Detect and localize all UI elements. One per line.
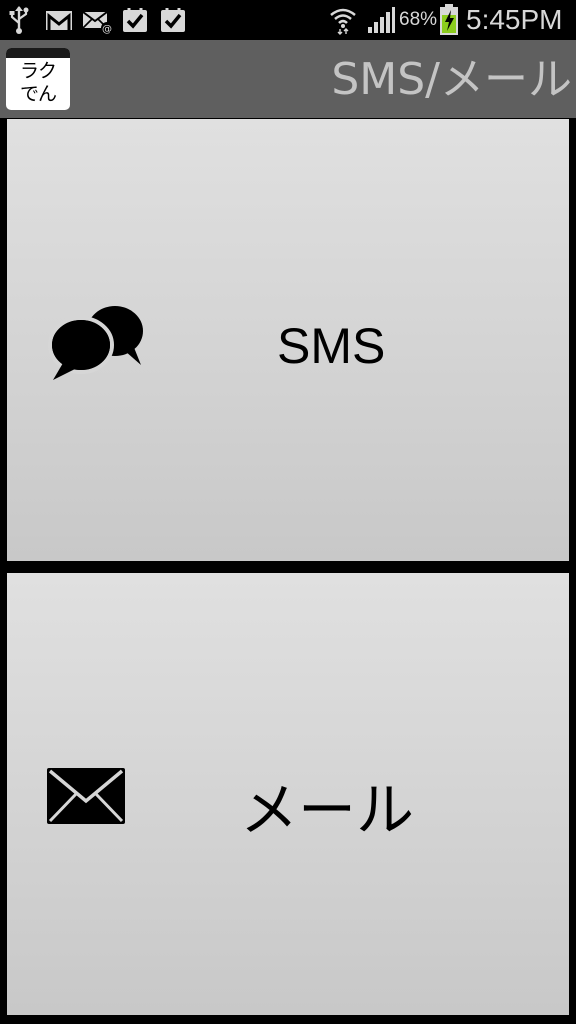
mail-label: メール (240, 776, 415, 844)
gmail-icon (46, 11, 72, 30)
task-done-icon (123, 8, 147, 32)
battery-percent: 68% (399, 9, 438, 30)
signal-icon (368, 7, 395, 33)
sms-button[interactable]: SMS (7, 119, 569, 561)
logo-line-2: でん (19, 83, 57, 105)
page-title: SMS/メール (331, 54, 572, 105)
logo-cap (6, 48, 70, 58)
logo-text: ラク でん (6, 60, 70, 106)
status-bar: @ 68% 5:45PM (0, 0, 576, 40)
svg-text:@: @ (102, 24, 112, 35)
sms-label: SMS (277, 318, 386, 374)
usb-icon (9, 6, 29, 34)
email-notification-icon: @ (82, 11, 113, 35)
task-done-icon (161, 8, 185, 32)
clock: 5:45PM (466, 4, 563, 35)
mail-button[interactable]: メール (7, 573, 569, 1015)
chat-bubbles-icon (48, 306, 143, 380)
wifi-icon (330, 8, 356, 35)
battery-charging-icon (440, 4, 458, 35)
app-logo[interactable]: ラク でん (6, 48, 70, 110)
logo-line-1: ラク (19, 60, 57, 82)
envelope-icon (47, 768, 125, 824)
